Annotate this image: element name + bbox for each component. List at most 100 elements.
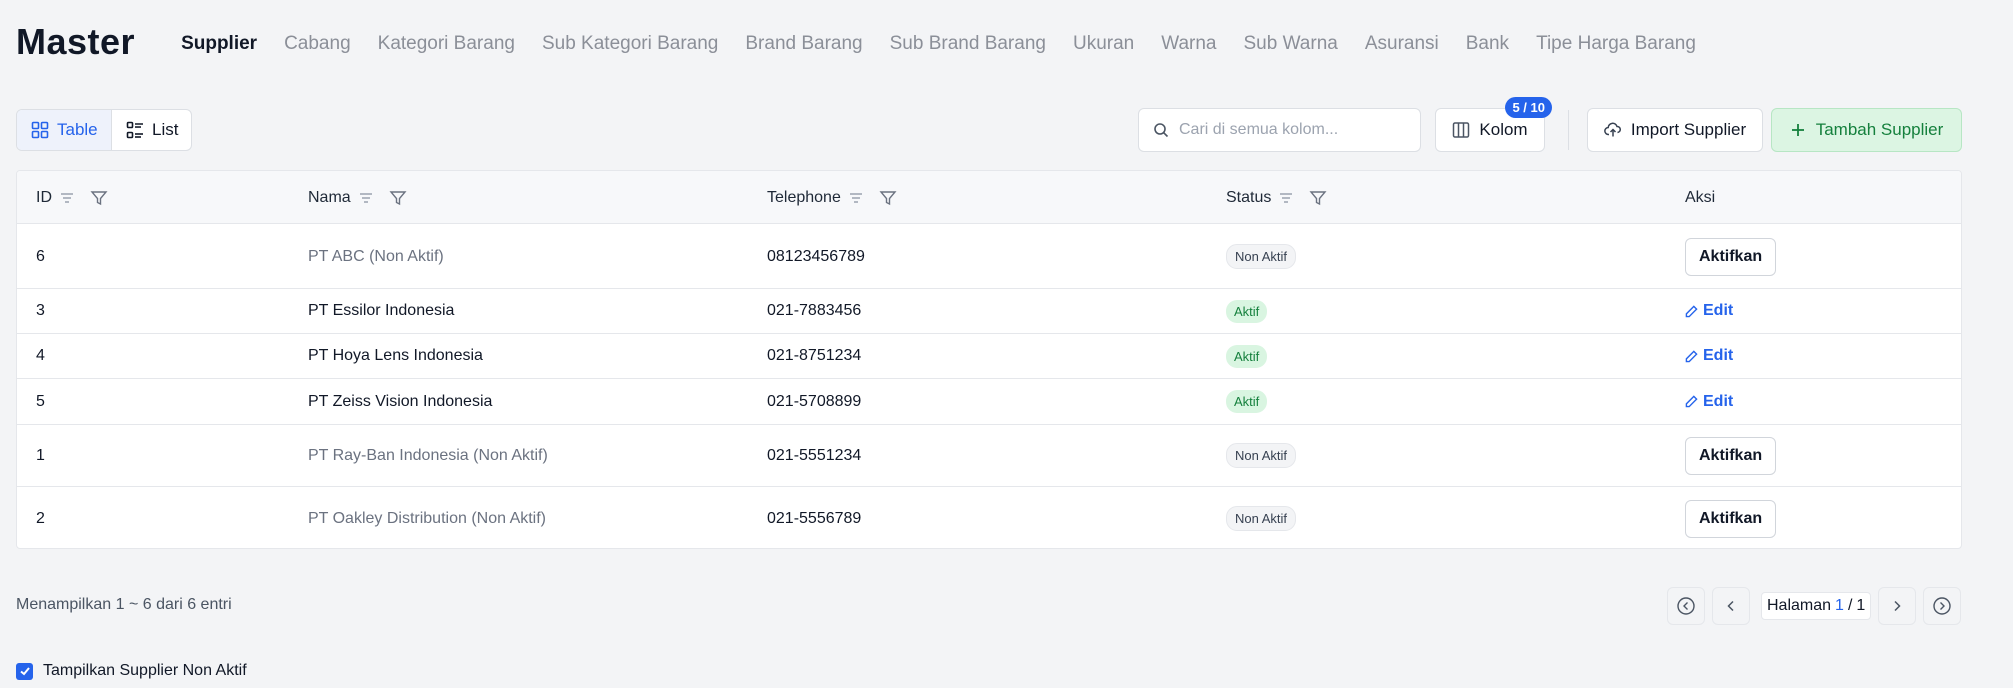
edit-label: Edit — [1703, 302, 1734, 319]
tab-tipe-harga-barang[interactable]: Tipe Harga Barang — [1536, 33, 1696, 55]
page-title: Master — [16, 21, 136, 62]
cell-aksi: Aktifkan — [1685, 487, 1777, 548]
sort-icon[interactable] — [359, 192, 373, 204]
master-nav-tabs: Supplier Cabang Kategori Barang Sub Kate… — [181, 29, 1696, 55]
cell-id: 4 — [36, 347, 45, 364]
list-view-button[interactable]: List — [112, 110, 191, 150]
cell-status: Non Aktif — [1226, 225, 1297, 288]
column-header-telephone: Telephone — [767, 171, 897, 224]
cell-status: Non Aktif — [1226, 487, 1297, 548]
last-page-button[interactable] — [1923, 587, 1961, 625]
page-separator: / — [1847, 597, 1853, 614]
tab-cabang[interactable]: Cabang — [284, 33, 351, 55]
tab-supplier[interactable]: Supplier — [181, 33, 257, 55]
cell-nama: PT Essilor Indonesia — [308, 302, 455, 319]
kolom-label: Kolom — [1479, 120, 1528, 139]
cell-aksi: Aktifkan — [1685, 425, 1777, 486]
chevron-left-icon — [1724, 599, 1738, 613]
column-header-nama: Nama — [308, 171, 407, 224]
aktifkan-button[interactable]: Aktifkan — [1685, 237, 1777, 276]
cell-nama: PT Zeiss Vision Indonesia — [308, 392, 493, 410]
table-row: 5 PT Zeiss Vision Indonesia 021-5708899 … — [17, 379, 1961, 425]
search-icon — [1153, 122, 1169, 138]
next-page-button[interactable] — [1878, 587, 1916, 625]
tab-warna[interactable]: Warna — [1161, 33, 1216, 55]
cell-status: Aktif — [1226, 289, 1268, 333]
tab-asuransi[interactable]: Asuransi — [1365, 33, 1439, 55]
table-view-button[interactable]: Table — [17, 110, 112, 150]
cell-aksi: Aktifkan — [1685, 225, 1777, 288]
show-inactive-checkbox[interactable] — [16, 662, 33, 680]
cell-telephone: 08123456789 — [767, 247, 865, 265]
pencil-icon — [1685, 304, 1698, 318]
show-inactive-toggle: Tampilkan Supplier Non Aktif — [16, 662, 247, 680]
filter-icon[interactable] — [90, 189, 108, 207]
cell-aksi: Edit — [1685, 289, 1733, 333]
tab-bank[interactable]: Bank — [1466, 33, 1509, 55]
cell-nama: PT Oakley Distribution (Non Aktif) — [308, 509, 547, 527]
tab-ukuran[interactable]: Ukuran — [1073, 33, 1134, 55]
sort-icon[interactable] — [60, 192, 74, 204]
status-badge: Non Aktif — [1226, 443, 1297, 468]
toolbar-divider — [1568, 110, 1569, 150]
add-supplier-label: Tambah Supplier — [1815, 120, 1944, 139]
first-page-button[interactable] — [1667, 587, 1705, 625]
table-row: 1 PT Ray-Ban Indonesia (Non Aktif) 021-5… — [17, 425, 1961, 487]
tab-sub-warna[interactable]: Sub Warna — [1243, 33, 1337, 55]
import-supplier-button[interactable]: Import Supplier — [1587, 108, 1763, 152]
plus-icon — [1790, 122, 1806, 138]
cell-nama: PT ABC (Non Aktif) — [308, 247, 444, 265]
status-badge: Non Aktif — [1226, 244, 1297, 269]
view-toggle: Table List — [16, 109, 192, 151]
column-header-label: Aksi — [1685, 188, 1716, 206]
column-header-id: ID — [36, 171, 108, 224]
page-indicator: Halaman 1 / 1 — [1761, 592, 1872, 620]
cell-id: 5 — [36, 392, 45, 410]
table-header: ID Nama Telephone Status Aksi — [17, 171, 1961, 224]
status-badge: Aktif — [1226, 344, 1268, 368]
page-label: Halaman — [1767, 597, 1832, 614]
prev-page-button[interactable] — [1712, 587, 1750, 625]
cell-id: 6 — [36, 247, 45, 265]
columns-icon — [1452, 121, 1470, 139]
tab-sub-kategori-barang[interactable]: Sub Kategori Barang — [542, 33, 718, 55]
cell-aksi: Edit — [1685, 379, 1733, 424]
tab-kategori-barang[interactable]: Kategori Barang — [378, 33, 515, 55]
sort-icon[interactable] — [849, 192, 863, 204]
cell-telephone: 021-5556789 — [767, 509, 862, 527]
tab-brand-barang[interactable]: Brand Barang — [745, 33, 862, 55]
pagination — [0, 587, 2013, 625]
status-badge: Aktif — [1226, 390, 1268, 413]
filter-icon[interactable] — [879, 189, 897, 207]
show-inactive-label: Tampilkan Supplier Non Aktif — [43, 662, 247, 679]
table-row: 4 PT Hoya Lens Indonesia 021-8751234 Akt… — [17, 334, 1961, 379]
pencil-icon — [1685, 349, 1698, 363]
filter-icon[interactable] — [1309, 189, 1327, 207]
aktifkan-button[interactable]: Aktifkan — [1685, 499, 1777, 538]
kolom-count-badge: 5 / 10 — [1505, 97, 1552, 118]
filter-icon[interactable] — [389, 189, 407, 207]
cell-telephone: 021-5708899 — [767, 392, 862, 410]
cell-nama: PT Hoya Lens Indonesia — [308, 347, 483, 364]
column-header-label: ID — [36, 188, 52, 206]
table-view-label: Table — [57, 120, 98, 139]
column-header-label: Telephone — [767, 188, 841, 206]
search-input[interactable] — [1179, 121, 1406, 139]
import-supplier-label: Import Supplier — [1630, 120, 1747, 139]
column-header-status: Status — [1226, 171, 1327, 224]
tab-sub-brand-barang[interactable]: Sub Brand Barang — [890, 33, 1046, 55]
edit-button[interactable]: Edit — [1685, 393, 1733, 411]
edit-label: Edit — [1703, 347, 1734, 364]
kolom-button[interactable]: Kolom 5 / 10 — [1435, 97, 1552, 152]
page-header: Master Supplier Cabang Kategori Barang S… — [16, 12, 1696, 72]
pencil-icon — [1685, 395, 1698, 408]
edit-button[interactable]: Edit — [1685, 302, 1733, 320]
add-supplier-button[interactable]: Tambah Supplier — [1771, 108, 1962, 152]
cell-aksi: Edit — [1685, 334, 1733, 378]
supplier-table: ID Nama Telephone Status Aksi 6 PT ABC (… — [16, 170, 1962, 549]
column-header-aksi: Aksi — [1685, 171, 1715, 224]
edit-button[interactable]: Edit — [1685, 347, 1733, 365]
page-current: 1 — [1835, 597, 1844, 614]
sort-icon[interactable] — [1279, 192, 1293, 204]
aktifkan-button[interactable]: Aktifkan — [1685, 436, 1777, 475]
